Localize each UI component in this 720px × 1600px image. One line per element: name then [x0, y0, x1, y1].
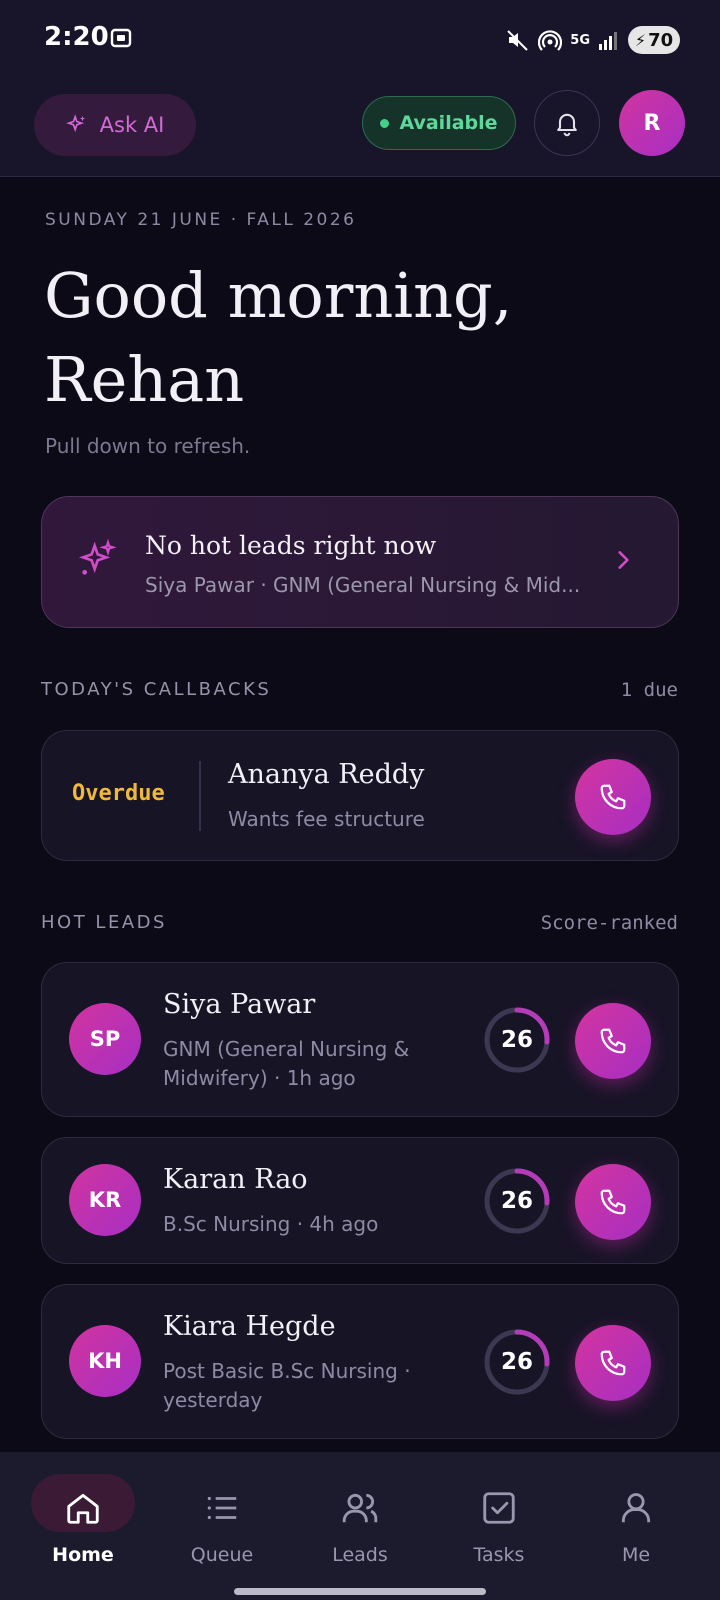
ask-ai-button[interactable]: Ask AI	[34, 94, 196, 156]
lead-card[interactable]: KH Kiara Hegde Post Basic B.Sc Nursing ·…	[41, 1284, 679, 1439]
lead-score: 26	[500, 1188, 533, 1214]
greeting-line-2: Rehan	[44, 343, 245, 416]
lead-avatar: KH	[69, 1325, 141, 1397]
status-time: 2:20	[44, 22, 109, 52]
banner-title: No hot leads right now	[145, 531, 437, 560]
notifications-button[interactable]	[534, 90, 600, 156]
lead-detail-line-2: yesterday	[163, 1388, 263, 1412]
checkbox-icon	[477, 1486, 521, 1530]
home-icon	[61, 1486, 105, 1530]
nav-label-tasks: Tasks	[473, 1544, 525, 1566]
list-icon	[200, 1486, 244, 1530]
profile-avatar[interactable]: R	[619, 90, 685, 156]
phone-icon	[600, 1189, 626, 1215]
lead-card[interactable]: SP Siya Pawar GNM (General Nursing & Mid…	[41, 962, 679, 1117]
nav-label-home: Home	[52, 1544, 114, 1566]
network-type: 5G	[570, 32, 590, 48]
call-button[interactable]	[575, 1164, 651, 1240]
phone-icon	[600, 1028, 626, 1054]
date-line: SUNDAY 21 JUNE · FALL 2026	[45, 210, 357, 230]
lead-detail: GNM (General Nursing & Midwifery) · 1h a…	[163, 1035, 409, 1093]
users-icon	[338, 1486, 382, 1530]
lead-score: 26	[500, 1027, 533, 1053]
greeting-heading: Good morning, Rehan	[44, 254, 512, 422]
phone-icon	[600, 784, 626, 810]
lead-detail: B.Sc Nursing · 4h ago	[163, 1210, 378, 1239]
hot-leads-banner[interactable]: No hot leads right now Siya Pawar · GNM …	[41, 496, 679, 628]
lead-score: 26	[500, 1349, 533, 1375]
call-button[interactable]	[575, 1003, 651, 1079]
hot-leads-section-label: HOT LEADS	[41, 912, 167, 933]
hotspot-icon	[538, 30, 563, 51]
app-header: Ask AI Available R	[0, 80, 720, 177]
lead-avatar: SP	[69, 1003, 141, 1075]
availability-dot	[380, 118, 390, 128]
battery-level: 70	[648, 29, 674, 51]
callback-name: Ananya Reddy	[228, 759, 425, 790]
ask-ai-label: Ask AI	[99, 113, 165, 137]
hot-leads-sort-label: Score-ranked	[540, 912, 678, 934]
lead-detail-line-1: GNM (General Nursing &	[163, 1037, 410, 1061]
divider	[199, 761, 201, 831]
sparkle-icon	[65, 114, 85, 133]
status-bar: 2:20 5G ⚡ 70	[0, 0, 720, 80]
banner-subtitle: Siya Pawar · GNM (General Nursing & Mid.…	[145, 573, 581, 597]
lead-score-ring: 26	[483, 1167, 551, 1235]
sparkle-icon	[78, 539, 117, 575]
lead-detail-line-1: B.Sc Nursing · 4h ago	[163, 1212, 379, 1236]
lead-detail-line-1: Post Basic B.Sc Nursing ·	[163, 1359, 411, 1383]
phone-icon	[600, 1350, 626, 1376]
bell-icon	[557, 113, 577, 137]
chevron-right-icon	[618, 551, 629, 569]
user-icon	[614, 1486, 658, 1530]
callbacks-section-label: TODAY'S CALLBACKS	[41, 679, 272, 700]
lead-avatar: KR	[69, 1164, 141, 1236]
call-button[interactable]	[575, 1325, 651, 1401]
availability-label: Available	[399, 112, 498, 134]
nav-item-queue[interactable]: Queue	[150, 1452, 294, 1572]
callback-note: Wants fee structure	[228, 807, 425, 831]
refresh-hint: Pull down to refresh.	[45, 434, 251, 458]
call-button[interactable]	[575, 759, 651, 835]
callback-card[interactable]: Overdue Ananya Reddy Wants fee structure	[41, 730, 679, 861]
lead-name: Kiara Hegde	[163, 1311, 336, 1342]
home-indicator[interactable]	[234, 1588, 486, 1595]
bottom-nav: Home Queue Leads Tasks Me	[0, 1452, 720, 1600]
nav-label-leads: Leads	[332, 1544, 388, 1566]
signal-icon	[599, 32, 617, 50]
lead-score-ring: 26	[483, 1328, 551, 1396]
screenshot-icon	[110, 28, 132, 48]
lead-name: Siya Pawar	[163, 989, 316, 1020]
lead-detail-line-2: Midwifery) · 1h ago	[163, 1066, 356, 1090]
lead-detail: Post Basic B.Sc Nursing · yesterday	[163, 1357, 411, 1415]
nav-item-home[interactable]: Home	[11, 1452, 155, 1572]
nav-item-leads[interactable]: Leads	[288, 1452, 432, 1572]
lead-name: Karan Rao	[163, 1164, 308, 1195]
nav-item-tasks[interactable]: Tasks	[427, 1452, 571, 1572]
nav-item-me[interactable]: Me	[564, 1452, 708, 1572]
nav-label-queue: Queue	[190, 1544, 254, 1566]
lead-card[interactable]: KR Karan Rao B.Sc Nursing · 4h ago 26	[41, 1137, 679, 1264]
mute-icon	[507, 30, 528, 51]
nav-label-me: Me	[621, 1544, 651, 1566]
lead-score-ring: 26	[483, 1006, 551, 1074]
callbacks-due-count: 1 due	[620, 679, 678, 701]
availability-toggle[interactable]: Available	[362, 96, 516, 150]
battery-indicator: ⚡ 70	[628, 26, 680, 54]
greeting-line-1: Good morning,	[44, 259, 513, 332]
battery-bolt-icon: ⚡	[634, 30, 647, 50]
status-icons: 5G ⚡ 70	[506, 24, 680, 56]
callback-status: Overdue	[72, 781, 165, 806]
